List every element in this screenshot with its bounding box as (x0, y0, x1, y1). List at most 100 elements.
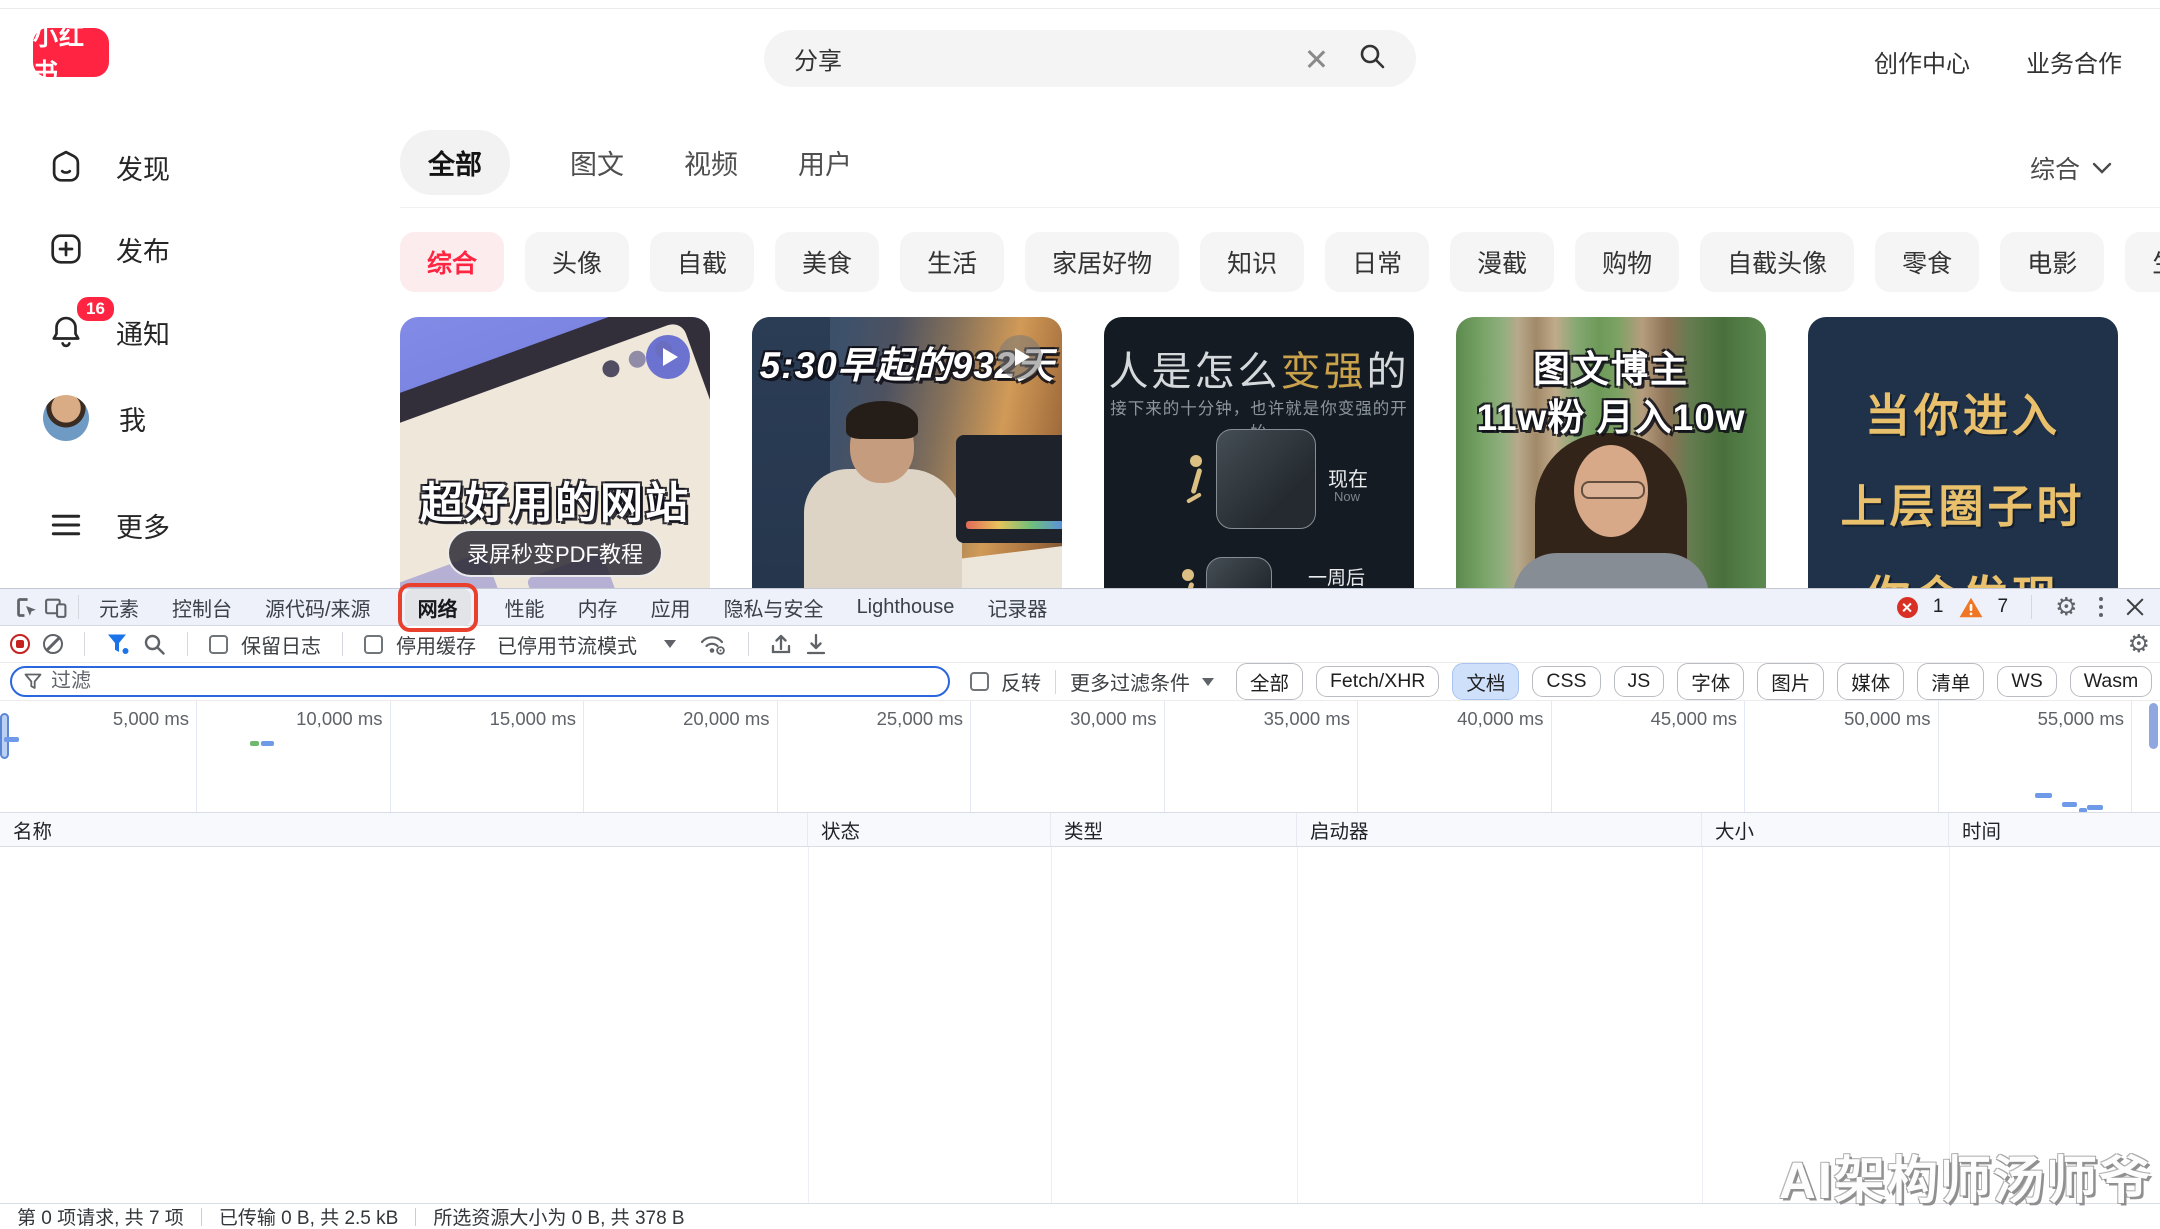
import-har-icon[interactable] (770, 632, 792, 656)
sidebar-item-notifications[interactable]: 16通知 (46, 312, 170, 352)
disable-cache-checkbox[interactable] (364, 635, 383, 654)
category-chip-lingshi[interactable]: 零食 (1875, 232, 1979, 292)
column-header-5[interactable]: 大小 (1702, 813, 1949, 846)
invert-filter-checkbox[interactable] (970, 672, 989, 691)
search-icon[interactable] (1358, 42, 1386, 75)
type-chip-all[interactable]: 全部 (1236, 663, 1303, 700)
error-icon[interactable] (1897, 597, 1918, 618)
category-chip-zhishi[interactable]: 知识 (1200, 232, 1304, 292)
tab-image-text[interactable]: 图文 (570, 130, 624, 195)
toolbar-divider (748, 632, 749, 656)
network-filter-row: 反转 更多过滤条件 全部Fetch/XHR文档CSSJS字体图片媒体清单WSWa… (0, 663, 2160, 701)
more-filters-dropdown[interactable]: 更多过滤条件 (1070, 667, 1190, 696)
filter-funnel-icon[interactable] (106, 633, 130, 655)
card-title: 超好用的网站 (400, 469, 710, 531)
sidebar-item-publish[interactable]: 发布 (46, 229, 170, 269)
category-chip-touxiang[interactable]: 头像 (525, 232, 629, 292)
waterfall-mark (2035, 793, 2052, 798)
more-options-icon[interactable] (2093, 595, 2110, 620)
card-title-line: 上层圈子时 (1840, 470, 2085, 535)
preserve-log-checkbox[interactable] (209, 635, 228, 654)
column-divider (1051, 847, 1052, 1203)
category-chip-shenghuo[interactable]: 生活 (900, 232, 1004, 292)
category-chip-manjie[interactable]: 漫截 (1450, 232, 1554, 292)
filter-input-box[interactable] (10, 666, 950, 697)
category-chip-jiajuhaowu[interactable]: 家居好物 (1025, 232, 1179, 292)
feed-card-1[interactable]: 超好用的网站录屏秒变PDF教程 (400, 317, 710, 588)
category-chip-zijie[interactable]: 自截 (650, 232, 754, 292)
devtools-tab-lighthouse[interactable]: Lighthouse (857, 596, 955, 619)
feed-card-4[interactable]: 图文博主11w粉 月入10w (1456, 317, 1766, 588)
timeline-gridline (1551, 701, 1552, 812)
clear-network-log-icon[interactable] (43, 634, 63, 654)
devtools-tab-elements[interactable]: 元素 (99, 593, 139, 622)
category-chip-dianying[interactable]: 电影 (2000, 232, 2104, 292)
inspect-element-icon[interactable] (10, 592, 40, 622)
close-devtools-icon[interactable] (2124, 596, 2146, 618)
type-chip-css[interactable]: CSS (1532, 666, 1600, 697)
search-bar[interactable] (764, 30, 1416, 87)
record-network-log-icon[interactable] (10, 634, 30, 654)
category-chip-richang[interactable]: 日常 (1325, 232, 1429, 292)
throttling-caret-icon[interactable] (664, 640, 676, 648)
column-header-4[interactable]: 启动器 (1297, 813, 1702, 846)
warning-icon[interactable] (1959, 597, 1983, 618)
search-network-icon[interactable] (143, 633, 166, 656)
network-overview-timeline[interactable]: 5,000 ms10,000 ms15,000 ms20,000 ms25,00… (0, 701, 2160, 813)
type-chip-media[interactable]: 媒体 (1837, 663, 1904, 700)
column-header-1[interactable]: 名称 (0, 813, 808, 846)
column-header-3[interactable]: 类型 (1051, 813, 1297, 846)
tab-video[interactable]: 视频 (684, 130, 738, 195)
type-chip-ws[interactable]: WS (1997, 666, 2056, 697)
sidebar-item-me[interactable]: 我 (46, 395, 146, 441)
more-filters-caret-icon[interactable] (1202, 678, 1214, 686)
devtools-tab-network[interactable]: 网络 (405, 589, 471, 626)
devtools-panel: 元素控制台源代码/来源网络性能内存应用隐私与安全Lighthouse记录器 1 … (0, 588, 2160, 1229)
type-chip-manifest[interactable]: 清单 (1917, 663, 1984, 700)
column-header-6[interactable]: 时间 (1949, 813, 2160, 846)
error-count[interactable]: 1 (1933, 596, 1944, 618)
export-har-icon[interactable] (805, 632, 827, 656)
type-chip-img[interactable]: 图片 (1757, 663, 1824, 700)
feed-card-5[interactable]: 当你进入上层圈子时你会发现 (1808, 317, 2118, 588)
tab-user[interactable]: 用户 (798, 130, 852, 195)
sidebar-item-more[interactable]: 更多 (46, 505, 170, 545)
category-chip-gouwu[interactable]: 购物 (1575, 232, 1679, 292)
search-input[interactable] (794, 45, 1304, 73)
type-chip-js[interactable]: JS (1614, 666, 1665, 697)
devtools-tab-performance[interactable]: 性能 (505, 593, 545, 622)
throttling-dropdown[interactable]: 已停用节流模式 (497, 630, 637, 659)
header-link-creator-center[interactable]: 创作中心 (1874, 44, 1970, 79)
devtools-tab-recorder[interactable]: 记录器 (987, 593, 1047, 622)
category-chip-shenghuohaowu[interactable]: 生活好物 (2125, 232, 2160, 292)
type-chip-font[interactable]: 字体 (1677, 663, 1744, 700)
type-chip-fetch-xhr[interactable]: Fetch/XHR (1316, 666, 1439, 697)
category-chip-zijietouxiang[interactable]: 自截头像 (1700, 232, 1854, 292)
search-clear-icon[interactable] (1304, 47, 1328, 71)
column-header-2[interactable]: 状态 (808, 813, 1051, 846)
type-chip-wasm[interactable]: Wasm (2070, 666, 2153, 697)
devtools-tab-application[interactable]: 应用 (651, 593, 691, 622)
settings-gear-icon[interactable]: ⚙ (2055, 595, 2077, 620)
sort-dropdown[interactable]: 综合 (2030, 150, 2112, 186)
category-chip-zonghe[interactable]: 综合 (400, 232, 504, 292)
feed-card-3[interactable]: 人是怎么变强的接下来的十分钟，也许就是你变强的开始现在Now一周后One wee… (1104, 317, 1414, 588)
category-chip-meishi[interactable]: 美食 (775, 232, 879, 292)
warning-count[interactable]: 7 (1998, 596, 2009, 618)
header-link-business[interactable]: 业务合作 (2026, 44, 2122, 79)
xiaohongshu-logo[interactable]: 小红书 (33, 28, 109, 77)
device-toolbar-icon[interactable] (40, 592, 70, 622)
overview-window-handle[interactable] (0, 713, 9, 759)
devtools-tab-privacy[interactable]: 隐私与安全 (724, 593, 824, 622)
devtools-tab-sources[interactable]: 源代码/来源 (265, 593, 371, 622)
network-conditions-icon[interactable] (699, 632, 727, 656)
devtools-tab-memory[interactable]: 内存 (578, 593, 618, 622)
overview-scrollbar[interactable] (2149, 703, 2158, 749)
tab-all[interactable]: 全部 (400, 130, 510, 195)
feed-card-2[interactable]: 5:30早起的932天 (752, 317, 1062, 588)
sidebar-item-discover[interactable]: 发现 (46, 147, 170, 187)
type-chip-doc[interactable]: 文档 (1452, 663, 1519, 700)
devtools-tab-console[interactable]: 控制台 (172, 593, 232, 622)
network-settings-gear-icon[interactable]: ⚙ (2128, 632, 2150, 657)
filter-input[interactable] (51, 670, 936, 693)
